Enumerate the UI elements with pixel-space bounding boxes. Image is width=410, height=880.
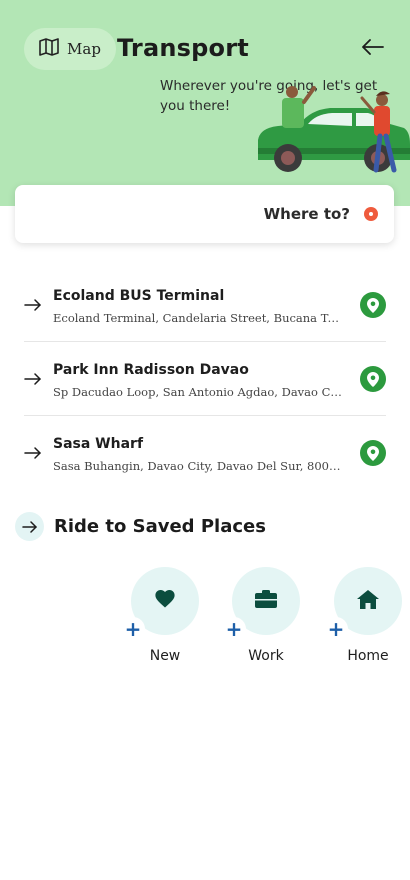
saved-place-work[interactable]: + Work — [222, 567, 302, 664]
saved-place-new[interactable]: + New — [121, 567, 201, 664]
saved-places-title: Ride to Saved Places — [54, 516, 266, 537]
saved-place-label: Work — [248, 648, 284, 664]
saved-place-home[interactable]: + Home — [324, 567, 404, 664]
back-button[interactable] — [360, 36, 386, 62]
saved-places-header[interactable]: Ride to Saved Places — [15, 512, 266, 541]
map-button[interactable]: Map — [24, 28, 116, 70]
hero-banner: Map Transport Wherever you're going, let… — [0, 0, 410, 206]
saved-place-bubble[interactable]: + — [222, 567, 300, 641]
car-illustration — [248, 84, 410, 180]
list-item[interactable]: Park Inn Radisson Davao Sp Dacudao Loop,… — [24, 342, 386, 416]
recent-destinations-list: Ecoland BUS Terminal Ecoland Terminal, C… — [24, 268, 386, 490]
map-button-label: Map — [67, 40, 101, 58]
add-icon[interactable]: + — [222, 617, 246, 641]
location-pin-icon — [360, 440, 386, 466]
destination-name: Ecoland BUS Terminal — [53, 288, 225, 304]
arrow-right-icon — [24, 297, 42, 311]
saved-place-label: Home — [347, 648, 389, 664]
destination-address: Sasa Buhangin, Davao City, Davao Del Sur… — [53, 459, 345, 473]
arrow-right-icon — [15, 512, 44, 541]
arrow-right-icon — [24, 371, 42, 385]
list-item[interactable]: Ecoland BUS Terminal Ecoland Terminal, C… — [24, 268, 386, 342]
where-to-label: Where to? — [263, 205, 350, 223]
saved-place-label: New — [149, 648, 181, 664]
destination-name: Park Inn Radisson Davao — [53, 362, 249, 378]
destination-address: Sp Dacudao Loop, San Antonio Agdao, Dava… — [53, 385, 345, 399]
home-icon — [357, 589, 379, 613]
arrow-left-icon — [362, 39, 384, 59]
page-title: Transport — [117, 34, 249, 62]
saved-place-bubble[interactable]: + — [324, 567, 402, 641]
destination-dot-icon — [364, 207, 378, 221]
briefcase-icon — [255, 590, 277, 612]
destination-address: Ecoland Terminal, Candelaria Street, Buc… — [53, 311, 345, 325]
saved-place-bubble[interactable]: + — [121, 567, 199, 641]
heart-icon — [155, 590, 175, 612]
location-pin-icon — [360, 366, 386, 392]
arrow-right-icon — [24, 445, 42, 459]
add-icon[interactable]: + — [121, 617, 145, 641]
destination-name: Sasa Wharf — [53, 436, 144, 452]
add-icon[interactable]: + — [324, 617, 348, 641]
list-item[interactable]: Sasa Wharf Sasa Buhangin, Davao City, Da… — [24, 416, 386, 490]
where-to-search[interactable]: Where to? — [15, 185, 394, 243]
location-pin-icon — [360, 292, 386, 318]
map-icon — [39, 38, 59, 60]
